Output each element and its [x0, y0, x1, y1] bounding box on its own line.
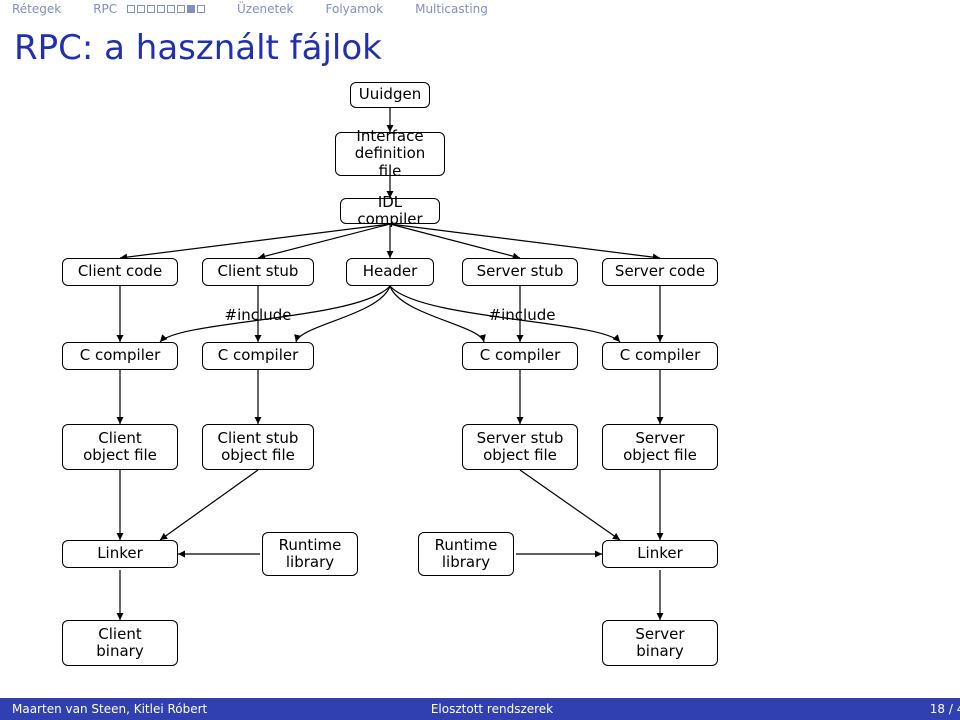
box-server-code: Server code: [602, 258, 718, 286]
box-client-binary: Clientbinary: [62, 620, 178, 666]
footer-authors: Maarten van Steen, Kitlei Róbert: [0, 702, 329, 716]
box-server-stub-obj: Server stubobject file: [462, 424, 578, 470]
label-include-right: #include: [474, 306, 570, 324]
box-server-binary: Serverbinary: [602, 620, 718, 666]
box-runtime-lib-2: Runtimelibrary: [418, 532, 514, 576]
slide-footer: Maarten van Steen, Kitlei Róbert Eloszto…: [0, 698, 960, 720]
box-linker-client: Linker: [62, 540, 178, 568]
box-client-code: Client code: [62, 258, 178, 286]
box-runtime-lib-1: Runtimelibrary: [262, 532, 358, 576]
box-idl-compiler: IDL compiler: [340, 198, 440, 224]
box-c-compiler-3: C compiler: [462, 342, 578, 370]
box-linker-server: Linker: [602, 540, 718, 568]
box-interface-def: Interfacedefinition file: [335, 132, 445, 176]
box-client-stub-obj: Client stubobject file: [202, 424, 314, 470]
footer-page-number: 18 / 44: [655, 702, 960, 716]
box-c-compiler-1: C compiler: [62, 342, 178, 370]
box-uuidgen: Uuidgen: [350, 82, 430, 108]
box-c-compiler-2: C compiler: [202, 342, 314, 370]
box-server-stub: Server stub: [462, 258, 578, 286]
box-server-obj: Serverobject file: [602, 424, 718, 470]
footer-title: Elosztott rendszerek: [329, 702, 655, 716]
box-client-obj: Clientobject file: [62, 424, 178, 470]
label-include-left: #include: [210, 306, 306, 324]
box-c-compiler-4: C compiler: [602, 342, 718, 370]
box-header: Header: [346, 258, 434, 286]
box-client-stub: Client stub: [202, 258, 314, 286]
